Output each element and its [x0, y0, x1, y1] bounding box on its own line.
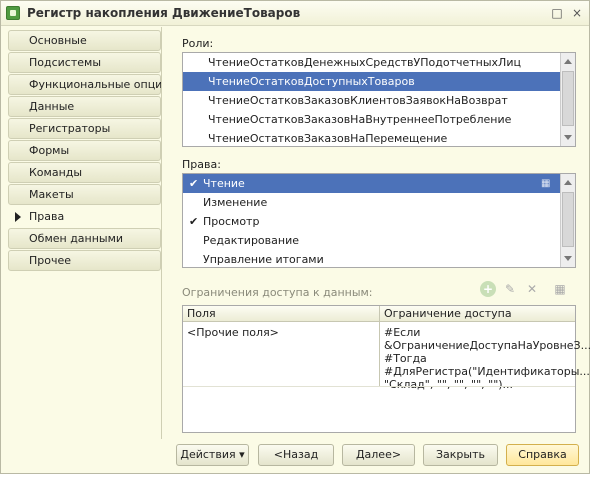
column-header-fields[interactable]: Поля	[183, 306, 216, 322]
dropdown-icon: ▾	[239, 448, 245, 461]
sidebar-item-dannye[interactable]: Данные	[8, 96, 161, 117]
right-label: Изменение	[203, 196, 268, 209]
sidebar-item-label: Формы	[29, 144, 70, 157]
sidebar-item-makety[interactable]: Макеты	[8, 184, 161, 205]
actions-button[interactable]: Действия ▾	[176, 444, 249, 466]
scroll-up-icon[interactable]	[564, 59, 572, 64]
close-icon[interactable]: ×	[569, 5, 585, 21]
roles-label: Роли:	[182, 37, 214, 50]
register-icon	[6, 6, 20, 20]
next-button[interactable]: Далее>	[342, 444, 415, 466]
delete-icon[interactable]: ✕	[524, 281, 540, 297]
title-bar: Регистр накопления ДвижениеТоваров □ ×	[1, 1, 589, 26]
check-icon[interactable]: ✔	[189, 212, 198, 231]
right-label: Редактирование	[203, 234, 299, 247]
sidebar-item-label: Подсистемы	[29, 56, 102, 69]
sidebar-item-label: Команды	[29, 166, 83, 179]
restrictions-label: Ограничения доступа к данным:	[182, 286, 373, 299]
sidebar-item-funktsionalnye-optsii[interactable]: Функциональные опции	[8, 74, 169, 95]
edit-icon[interactable]: ✎	[502, 281, 518, 297]
roles-scrollbar[interactable]	[560, 53, 575, 146]
sidebar-item-formy[interactable]: Формы	[8, 140, 161, 161]
scroll-down-icon[interactable]	[564, 135, 572, 140]
restriction-line[interactable]: #Тогда	[384, 352, 427, 365]
right-label: Управление итогами	[203, 253, 324, 266]
right-label: Просмотр	[203, 215, 260, 228]
right-item-change[interactable]: Изменение	[183, 193, 560, 212]
check-icon[interactable]: ✔	[189, 174, 198, 193]
restriction-line[interactable]: #Если	[384, 326, 420, 339]
column-header-restriction[interactable]: Ограничение доступа	[380, 306, 512, 322]
sidebar-item-prava[interactable]: Права	[8, 206, 161, 227]
scroll-thumb[interactable]	[562, 71, 574, 126]
list-item-selected[interactable]: ЧтениеОстатковДоступныхТоваров	[183, 72, 560, 91]
help-button[interactable]: Справка	[506, 444, 579, 466]
column-divider	[379, 306, 380, 386]
restriction-line[interactable]: #ДляРегистра("Идентификаторы...	[384, 365, 590, 378]
list-item[interactable]: ЧтениеОстатковЗаказовКлиентовЗаявокНаВоз…	[183, 91, 560, 110]
sidebar-item-prochee[interactable]: Прочее	[8, 250, 161, 271]
sidebar-item-label: Регистраторы	[29, 122, 111, 135]
list-item[interactable]: ЧтениеОстатковДенежныхСредствУПодотчетны…	[183, 53, 560, 72]
sidebar-item-komandy[interactable]: Команды	[8, 162, 161, 183]
sidebar-item-label: Основные	[29, 34, 87, 47]
actions-label: Действия	[180, 448, 236, 461]
current-item-arrow-icon	[15, 212, 21, 222]
sidebar-item-label: Функциональные опции	[29, 78, 170, 91]
add-icon[interactable]: +	[480, 281, 496, 297]
right-item-read[interactable]: ✔ Чтение ▦	[183, 174, 560, 193]
right-label: Чтение	[203, 177, 245, 190]
dialog-window: Регистр накопления ДвижениеТоваров □ × О…	[0, 0, 590, 474]
sidebar-item-obmen-dannymi[interactable]: Обмен данными	[8, 228, 161, 249]
restriction-line[interactable]: &ОграничениеДоступаНаУровнеЗ...	[384, 339, 590, 352]
sidebar-item-label: Прочее	[29, 254, 72, 267]
right-item-edit[interactable]: Редактирование	[183, 231, 560, 250]
roles-list[interactable]: ЧтениеОстатковДенежныхСредствУПодотчетны…	[182, 52, 576, 147]
field-cell[interactable]: <Прочие поля>	[187, 326, 279, 339]
sidebar-item-label: Права	[29, 210, 65, 223]
right-item-totals[interactable]: Управление итогами	[183, 250, 560, 269]
scroll-down-icon[interactable]	[564, 256, 572, 261]
scroll-thumb[interactable]	[562, 192, 574, 247]
list-item[interactable]: ЧтениеОстатковЗаказовНаПеремещение	[183, 129, 560, 148]
list-item[interactable]: ЧтениеОстатковЗаказовНаВнутреннееПотребл…	[183, 110, 560, 129]
sidebar-item-label: Обмен данными	[29, 232, 124, 245]
scroll-up-icon[interactable]	[564, 180, 572, 185]
wizard-icon[interactable]: ▦	[552, 281, 568, 297]
sidebar-item-label: Данные	[29, 100, 75, 113]
sidebar-item-osnovnye[interactable]: Основные	[8, 30, 161, 51]
sidebar-item-registratory[interactable]: Регистраторы	[8, 118, 161, 139]
back-button[interactable]: <Назад	[258, 444, 334, 466]
maximize-icon[interactable]: □	[549, 5, 565, 21]
rights-scrollbar[interactable]	[560, 174, 575, 267]
sidebar-nav: Основные Подсистемы Функциональные опции…	[8, 30, 169, 272]
close-button[interactable]: Закрыть	[423, 444, 498, 466]
window-title: Регистр накопления ДвижениеТоваров	[27, 6, 301, 20]
grid-icon: ▦	[541, 178, 551, 189]
right-item-view[interactable]: ✔ Просмотр	[183, 212, 560, 231]
sidebar-item-label: Макеты	[29, 188, 74, 201]
sidebar-item-podsistemy[interactable]: Подсистемы	[8, 52, 161, 73]
rights-list[interactable]: ✔ Чтение ▦ Изменение ✔ Просмотр Редактир…	[182, 173, 576, 268]
rights-label: Права:	[182, 158, 221, 171]
